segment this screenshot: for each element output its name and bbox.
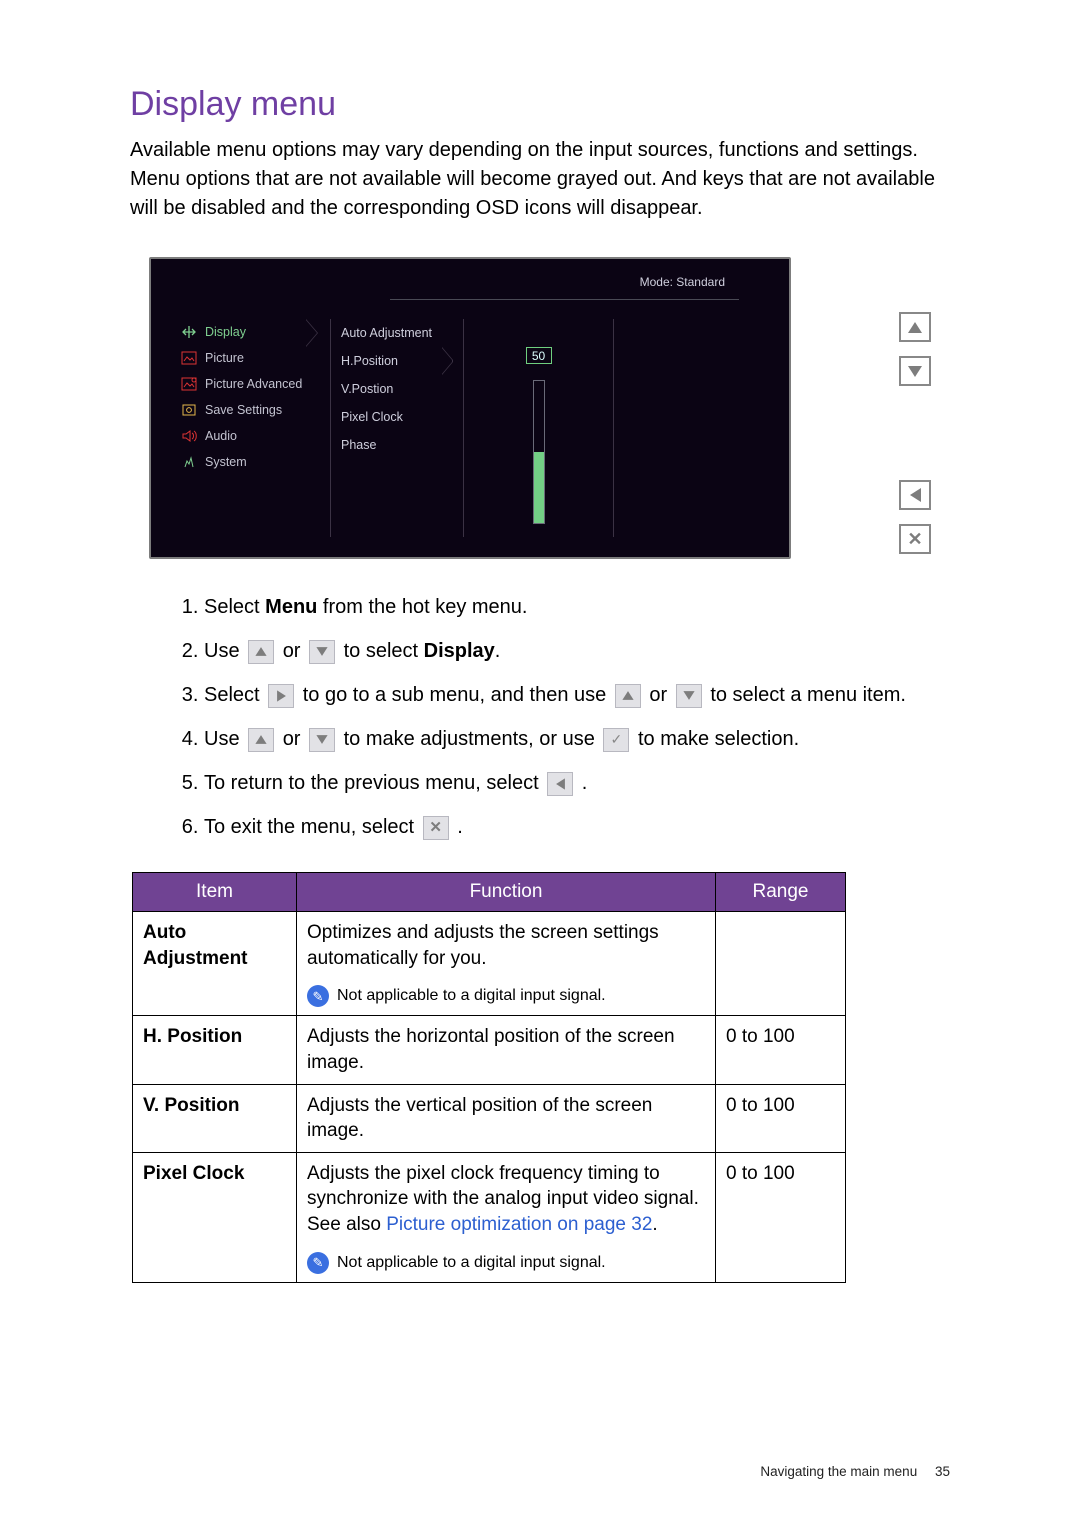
- pencil-note-icon: ✎: [307, 1252, 329, 1274]
- osd-item-display: Display: [173, 319, 330, 345]
- step-2: Use or to select Display.: [204, 636, 950, 666]
- osd-item-label: System: [205, 455, 247, 469]
- up-button-icon: [615, 684, 641, 708]
- down-button-icon: [309, 728, 335, 752]
- system-icon: [181, 455, 197, 469]
- osd-sub-menu: Auto Adjustment H.Position V.Postion Pix…: [331, 319, 464, 537]
- osd-item-system: System: [173, 449, 330, 475]
- table-header-range: Range: [716, 873, 846, 912]
- back-button-icon: [547, 772, 573, 796]
- cell-function: Adjusts the vertical position of the scr…: [297, 1084, 716, 1152]
- display-icon: [181, 325, 197, 339]
- osd-item-picture-advanced: Picture Advanced: [173, 371, 330, 397]
- osd-sub-phase: Phase: [331, 431, 463, 459]
- step-5: To return to the previous menu, select .: [204, 768, 950, 798]
- cell-item: Pixel Clock: [133, 1152, 297, 1282]
- triangle-down-icon: [908, 366, 922, 377]
- cell-range: 0 to 100: [716, 1016, 846, 1084]
- cell-function: Optimizes and adjusts the screen setting…: [297, 912, 716, 1016]
- osd-button-up: [899, 312, 931, 342]
- step-4: Use or to make adjustments, or use ✓ to …: [204, 724, 950, 754]
- osd-item-label: Picture Advanced: [205, 377, 302, 391]
- up-button-icon: [248, 640, 274, 664]
- osd-value-column: 50: [464, 319, 614, 537]
- exit-button-icon: ✕: [423, 816, 449, 840]
- osd-button-exit: ✕: [899, 524, 931, 554]
- osd-item-label: Display: [205, 325, 246, 339]
- step-1: Select Menu from the hot key menu.: [204, 592, 950, 622]
- triangle-up-icon: [908, 322, 922, 333]
- close-icon: ✕: [907, 530, 922, 548]
- osd-main-menu: Display Picture Picture Advanced: [173, 319, 331, 537]
- intro-paragraph: Available menu options may vary dependin…: [130, 136, 950, 223]
- table-header-function: Function: [297, 873, 716, 912]
- osd-sub-h-position: H.Position: [331, 347, 463, 375]
- cell-range: 0 to 100: [716, 1084, 846, 1152]
- osd-item-label: Audio: [205, 429, 237, 443]
- osd-slider: [533, 380, 545, 524]
- osd-sub-auto-adjustment: Auto Adjustment: [331, 319, 463, 347]
- osd-item-label: Save Settings: [205, 403, 282, 417]
- osd-item-label: Picture: [205, 351, 244, 365]
- page-title: Display menu: [130, 85, 950, 124]
- cell-item: H. Position: [133, 1016, 297, 1084]
- table-header-item: Item: [133, 873, 297, 912]
- picture-icon: [181, 351, 197, 365]
- osd-mode-label: Mode: Standard: [390, 271, 739, 300]
- pencil-note-icon: ✎: [307, 985, 329, 1007]
- cell-function: Adjusts the horizontal position of the s…: [297, 1016, 716, 1084]
- step-6: To exit the menu, select ✕ .: [204, 812, 950, 842]
- cell-function: Adjusts the pixel clock frequency timing…: [297, 1152, 716, 1282]
- table-row: H. Position Adjusts the horizontal posit…: [133, 1016, 846, 1084]
- osd-sub-v-position: V.Postion: [331, 375, 463, 403]
- osd-item-picture: Picture: [173, 345, 330, 371]
- osd-button-down: [899, 356, 931, 386]
- save-icon: [181, 403, 197, 417]
- osd-item-audio: Audio: [173, 423, 330, 449]
- osd-screenshot: Mode: Standard Display Picture: [149, 257, 931, 562]
- right-button-icon: [268, 684, 294, 708]
- cell-range: [716, 912, 846, 1016]
- instruction-steps: Select Menu from the hot key menu. Use o…: [130, 592, 950, 842]
- table-row: Auto Adjustment Optimizes and adjusts th…: [133, 912, 846, 1016]
- cell-item: Auto Adjustment: [133, 912, 297, 1016]
- up-button-icon: [248, 728, 274, 752]
- step-3: Select to go to a sub menu, and then use…: [204, 680, 950, 710]
- cross-reference-link[interactable]: Picture optimization on page 32: [386, 1214, 652, 1235]
- osd-value: 50: [526, 347, 552, 364]
- page-footer: Navigating the main menu 35: [760, 1464, 950, 1479]
- picture-advanced-icon: [181, 377, 197, 391]
- reference-table: Item Function Range Auto Adjustment Opti…: [132, 872, 846, 1283]
- osd-empty-column: [614, 319, 767, 537]
- osd-item-save-settings: Save Settings: [173, 397, 330, 423]
- cell-item: V. Position: [133, 1084, 297, 1152]
- table-row: V. Position Adjusts the vertical positio…: [133, 1084, 846, 1152]
- down-button-icon: [676, 684, 702, 708]
- osd-side-buttons: ✕: [899, 312, 931, 554]
- check-button-icon: ✓: [603, 728, 629, 752]
- table-row: Pixel Clock Adjusts the pixel clock freq…: [133, 1152, 846, 1282]
- osd-button-back: [899, 480, 931, 510]
- osd-sub-pixel-clock: Pixel Clock: [331, 403, 463, 431]
- cell-range: 0 to 100: [716, 1152, 846, 1282]
- triangle-left-icon: [910, 488, 921, 502]
- down-button-icon: [309, 640, 335, 664]
- audio-icon: [181, 429, 197, 443]
